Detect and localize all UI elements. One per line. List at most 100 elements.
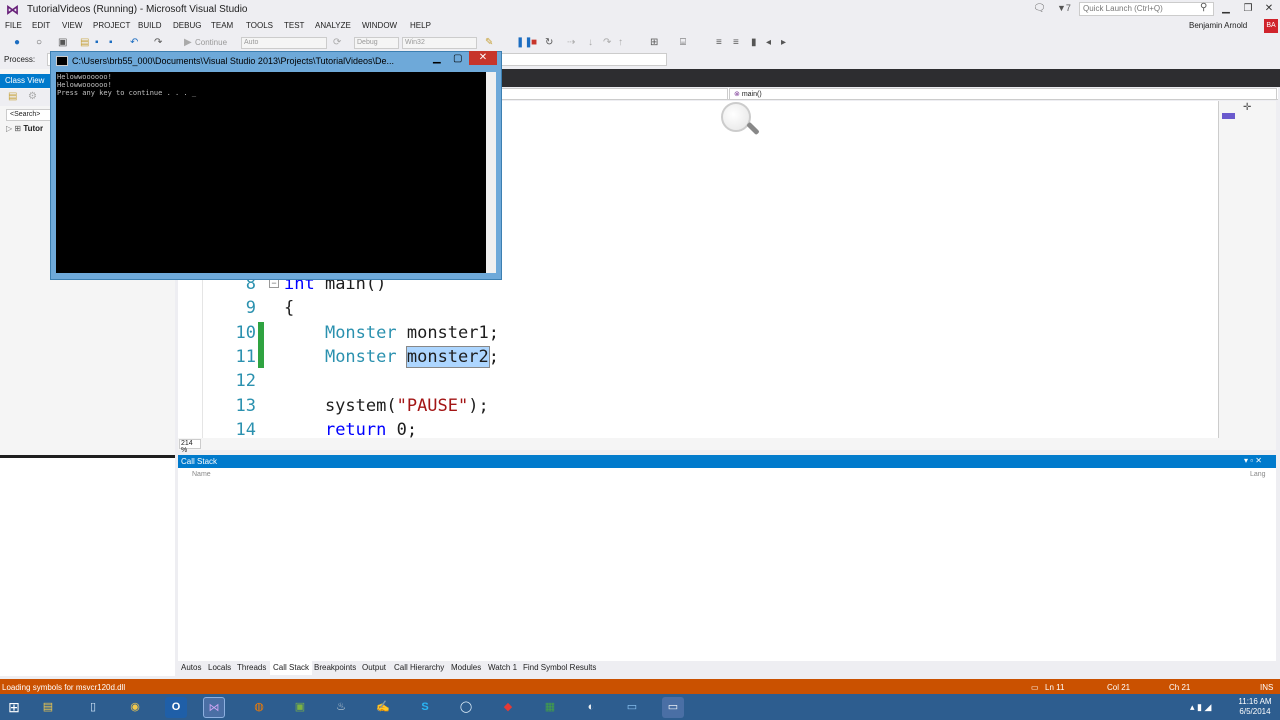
console-close-button[interactable]: ✕	[469, 51, 497, 65]
comment-icon[interactable]: ≡	[716, 37, 722, 49]
console-output[interactable]	[56, 72, 486, 273]
apps-icon[interactable]: ▦	[539, 697, 561, 718]
document-icon[interactable]: ▯	[82, 697, 104, 718]
panel-menu-icon[interactable]: ▾ ▫ ✕	[1244, 456, 1262, 465]
next-bookmark-icon[interactable]: ▸	[781, 37, 786, 49]
continue-button[interactable]: Continue	[195, 37, 227, 49]
column-header-language[interactable]: Lang	[1250, 471, 1266, 478]
file-explorer-icon[interactable]: ▤	[37, 697, 59, 718]
skype-icon[interactable]: S	[414, 697, 436, 718]
tab-locals[interactable]: Locals	[208, 663, 231, 672]
remote-desktop-icon[interactable]: ▭	[621, 697, 643, 718]
code-line[interactable]: system("PAUSE");	[284, 396, 489, 416]
user-name[interactable]: Benjamin Arnold	[1189, 21, 1247, 30]
class-view-tree-item[interactable]: ▷ ⊞ Tutor	[6, 124, 43, 133]
search-icon[interactable]: ⚲	[1200, 2, 1207, 13]
menu-help[interactable]: HELP	[410, 21, 431, 30]
menu-view[interactable]: VIEW	[62, 21, 82, 30]
redo-icon[interactable]: ↷	[154, 37, 162, 49]
forward-icon[interactable]: ○	[36, 37, 42, 49]
restart-icon[interactable]: ↻	[545, 37, 553, 49]
console-taskbar-icon[interactable]: ▭	[662, 697, 684, 718]
save-icon[interactable]: ▪	[95, 37, 99, 49]
visual-studio-icon[interactable]: ⋈	[203, 697, 225, 718]
menu-window[interactable]: WINDOW	[362, 21, 397, 30]
image-editor-icon[interactable]: ▣	[289, 697, 311, 718]
menu-test[interactable]: TEST	[284, 21, 304, 30]
console-scrollbar[interactable]	[486, 72, 496, 273]
step-out-icon[interactable]: ↑	[618, 37, 623, 49]
system-tray-icons[interactable]: ▴ ▮ ◢	[1190, 702, 1211, 713]
tab-threads[interactable]: Threads	[237, 663, 266, 672]
open-icon[interactable]: ▤	[80, 37, 89, 49]
show-next-statement-icon[interactable]: ⇢	[567, 37, 575, 49]
bookmark-icon[interactable]: ▮	[751, 37, 757, 49]
threads-icon[interactable]: ⌸	[680, 37, 686, 49]
firefox-icon[interactable]: ◍	[248, 697, 270, 718]
close-button[interactable]: ✕	[1259, 1, 1279, 17]
tab-output[interactable]: Output	[362, 663, 386, 672]
prev-bookmark-icon[interactable]: ◂	[766, 37, 771, 49]
menu-build[interactable]: BUILD	[138, 21, 162, 30]
stop-icon[interactable]: ■	[531, 37, 537, 49]
chat-icon[interactable]: ◯	[455, 697, 477, 718]
settings-icon[interactable]: ⚙	[28, 91, 37, 103]
menu-project[interactable]: PROJECT	[93, 21, 130, 30]
quick-launch-input[interactable]: Quick Launch (Ctrl+Q)	[1079, 2, 1214, 16]
steam-icon[interactable]: ♨	[330, 697, 352, 718]
minimize-button[interactable]: ▁	[1216, 1, 1236, 17]
notifications-icon[interactable]: 🗨	[1033, 3, 1046, 14]
code-line[interactable]: Monster monster2;	[284, 346, 499, 368]
split-icon[interactable]: ✛	[1243, 102, 1251, 113]
scope-dropdown[interactable]	[500, 88, 728, 100]
notification-filter-icon[interactable]: ▼7	[1057, 3, 1071, 13]
start-icon[interactable]: ⊞	[3, 697, 25, 718]
column-header-name[interactable]: Name	[192, 471, 211, 478]
menu-analyze[interactable]: ANALYZE	[315, 21, 351, 30]
console-maximize-button[interactable]: ▢	[453, 53, 462, 64]
step-into-icon[interactable]: ↓	[588, 37, 593, 49]
code-line[interactable]: Monster monster1;	[284, 323, 499, 343]
member-dropdown[interactable]: ⊗ main()	[729, 88, 1277, 100]
recorder-icon[interactable]: ◐	[580, 697, 602, 718]
git-icon[interactable]: ◆	[497, 697, 519, 718]
back-icon[interactable]: ●	[14, 37, 20, 49]
menu-tools[interactable]: TOOLS	[246, 21, 273, 30]
tab-watch-1[interactable]: Watch 1	[488, 663, 517, 672]
tab-call-hierarchy[interactable]: Call Hierarchy	[394, 663, 444, 672]
tab-autos[interactable]: Autos	[181, 663, 201, 672]
editor-scrollbar[interactable]	[1218, 101, 1276, 438]
menu-team[interactable]: TEAM	[211, 21, 233, 30]
restore-button[interactable]: ❐	[1238, 1, 1258, 17]
clock[interactable]: 11:16 AM 6/5/2014	[1233, 697, 1277, 717]
outlook-icon[interactable]: O	[165, 697, 187, 718]
menu-edit[interactable]: EDIT	[32, 21, 50, 30]
console-minimize-button[interactable]: ▁	[433, 53, 441, 64]
configuration-dropdown[interactable]: Debug	[354, 37, 399, 49]
platform-dropdown[interactable]: Win32	[402, 37, 477, 49]
new-project-icon[interactable]: ▣	[58, 37, 67, 49]
new-folder-icon[interactable]: ▤	[8, 91, 17, 103]
save-all-icon[interactable]: ▪	[109, 37, 113, 49]
paint-icon[interactable]: ✍	[372, 697, 394, 718]
solution-dropdown[interactable]: Auto	[241, 37, 327, 49]
tab-call-stack[interactable]: Call Stack	[270, 661, 313, 675]
tab-breakpoints[interactable]: Breakpoints	[314, 663, 356, 672]
tab-find-symbol-results[interactable]: Find Symbol Results	[523, 663, 596, 672]
attach-icon[interactable]: ✎	[485, 37, 493, 49]
uncomment-icon[interactable]: ≡	[733, 37, 739, 49]
hex-icon[interactable]: ⊞	[650, 37, 658, 49]
zoom-level[interactable]: 214 %	[179, 439, 201, 454]
continue-icon[interactable]: ▶	[184, 37, 192, 49]
undo-icon[interactable]: ↶	[130, 37, 138, 49]
code-line[interactable]: return 0;	[284, 420, 417, 440]
code-line[interactable]: {	[284, 298, 294, 318]
menu-debug[interactable]: DEBUG	[173, 21, 201, 30]
tab-modules[interactable]: Modules	[451, 663, 481, 672]
user-avatar[interactable]: BA	[1264, 19, 1278, 33]
chrome-icon[interactable]: ◉	[124, 697, 146, 718]
step-over-icon[interactable]: ↷	[603, 37, 611, 49]
call-stack-list[interactable]	[178, 468, 1276, 661]
refresh-icon[interactable]: ⟳	[333, 37, 341, 49]
menu-file[interactable]: FILE	[5, 21, 22, 30]
